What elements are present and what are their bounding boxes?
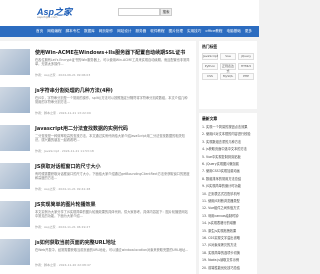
- nav-item[interactable]: 电脑基础: [226, 29, 240, 34]
- tag-link[interactable]: Vue: [220, 53, 236, 60]
- article-title[interactable]: js字符串分割处理的几种方法(4种): [35, 87, 113, 94]
- tag-link[interactable]: Python: [202, 63, 218, 70]
- latest-article-link[interactable]: 15. 原生js实现拖拽效果: [202, 228, 256, 233]
- latest-article-link[interactable]: 20. 前端性能优化技巧总结: [202, 265, 256, 270]
- article-item: JS获取对话框窗口的尺寸大小有时候需要获取对话框窗口的尺寸大小，下面给大家介绍通…: [0, 161, 196, 199]
- nav-item[interactable]: 数据库: [84, 29, 95, 34]
- article-summary: 二分查找是一种效率较高的查找方法，本文通过实例代码给大家介绍JavaScript…: [35, 134, 185, 143]
- latest-article-link[interactable]: 8. 数组排序的常用方法总结: [202, 176, 256, 181]
- latest-title: 最新文章: [202, 116, 218, 121]
- latest-article-link[interactable]: 17. JS对象深拷贝的方法: [202, 242, 256, 247]
- article-meta: 作者：JavaScript · 2024-11-21 11:53:18: [35, 149, 94, 153]
- latest-article-link[interactable]: 5. Vue中实现复制到剪贴板: [202, 154, 256, 159]
- article-summary: 本文实例为大家分享了JS实现简单的图片轮播效果的具体代码，供大家参考，具体内容如…: [35, 210, 188, 219]
- article-thumbnail[interactable]: [0, 163, 30, 189]
- search-button[interactable]: 搜索: [160, 8, 172, 16]
- latest-article-link[interactable]: 11. 使用JS判断浏览器类型: [202, 198, 256, 203]
- nav-item[interactable]: 图片处理: [169, 29, 183, 34]
- nav-item[interactable]: 网站设计: [117, 29, 131, 34]
- latest-article-link[interactable]: 13. 利用canvas绘制时钟: [202, 213, 256, 218]
- main-nav: 首页 网络编程 脚本专栏 数据库 网页制作 网站设计 服务器 软件教程 图片处理 实用技巧 offi…: [0, 26, 259, 37]
- article-title[interactable]: JS实现简单的图片轮播效果: [35, 201, 95, 208]
- nav-item[interactable]: 脚本专栏: [66, 29, 80, 34]
- article-item: Javascript用二分法查找数据的实例代码二分查找是一种效率较高的查找方法，…: [0, 123, 196, 161]
- article-title[interactable]: js如何获取当前页面的完整URL地址: [35, 239, 116, 246]
- article-summary: 在JS中，字符串分割是一个常用的操作，split()方法可以按照指定分隔符将字符…: [35, 96, 188, 105]
- tags-title: 热门标签: [202, 44, 218, 49]
- article-item: JS实现简单的图片轮播效果本文实例为大家分享了JS实现简单的图片轮播效果的具体代…: [0, 199, 196, 237]
- article-thumbnail[interactable]: [0, 125, 30, 151]
- nav-item[interactable]: 软件教程: [150, 29, 164, 34]
- article-thumbnail[interactable]: [0, 49, 30, 75]
- tag-link[interactable]: HTML5: [238, 63, 254, 70]
- header: Asp之家 aspzhijia.com 搜索: [0, 0, 259, 26]
- latest-article-link[interactable]: 1. 实现一个简易的按钮点击效果: [202, 124, 256, 129]
- nav-item[interactable]: 实用技巧: [187, 29, 201, 34]
- nav-item[interactable]: 服务器: [135, 29, 146, 34]
- article-summary: 在各位拥有Let's Encrypt证书的Win服务器上，可以使用Win-ACM…: [35, 58, 190, 67]
- tag-link[interactable]: MySQL: [220, 73, 236, 80]
- article-list: 使用Win-ACME在Windows+IIs服务器下配置自动续期SSL证书 在各位…: [0, 41, 196, 274]
- article-item: js字符串分割处理的几种方法(4种) 在JS中，字符串分割是一个常用的操作，spl…: [0, 85, 196, 123]
- latest-article-link[interactable]: 4. js获取页面中选中文本的方法: [202, 146, 256, 151]
- tags-box: 热门标签 JavaScript Vue jQuery Python 正则表达式 HTML5…: [199, 41, 257, 109]
- tag-link[interactable]: PHP: [238, 73, 254, 80]
- tag-link[interactable]: 正则表达式: [220, 63, 236, 73]
- article-title[interactable]: Javascript用二分法查找数据的实例代码: [35, 125, 128, 132]
- nav-item[interactable]: 网络编程: [47, 29, 61, 34]
- article-meta: 作者：Asp之家 · 2024-11-21 06:19:27: [35, 225, 91, 229]
- latest-article-link[interactable]: 9. JS实现简单的倒计时功能: [202, 183, 256, 188]
- latest-article-link[interactable]: 16. CSS实现文字溢出省略: [202, 235, 256, 240]
- site-logo[interactable]: Asp之家 aspzhijia.com: [37, 5, 72, 19]
- search-input[interactable]: [118, 8, 160, 16]
- article-thumbnail[interactable]: [0, 87, 30, 113]
- latest-article-link[interactable]: 19. Node.js读取文件示例: [202, 257, 256, 262]
- latest-article-link[interactable]: 6. jQuery实现图片懒加载: [202, 161, 256, 166]
- article-meta: 作者：Asp之家 · 2024-06-21 09:06:03: [35, 73, 91, 77]
- article-summary: 有时候需要获取对话框窗口的尺寸大小，下面给大家介绍通过getBoundingCl…: [35, 172, 190, 181]
- article-meta: 作者：Asp之家 · 2024-11-21 09:41:48: [35, 187, 91, 191]
- nav-item[interactable]: 首页: [36, 29, 43, 34]
- tag-link[interactable]: JavaScript: [202, 53, 218, 60]
- nav-item[interactable]: 网页制作: [99, 29, 113, 34]
- tag-link[interactable]: CSS: [202, 73, 218, 80]
- article-item: 使用Win-ACME在Windows+IIs服务器下配置自动续期SSL证书 在各位…: [0, 47, 196, 85]
- latest-article-link[interactable]: 12. Vue组件之间传值方式: [202, 205, 256, 210]
- nav-item[interactable]: 更多: [245, 29, 252, 34]
- nav-items: 首页 网络编程 脚本专栏 数据库 网页制作 网站设计 服务器 软件教程 图片处理 实用技巧 offi…: [36, 26, 256, 37]
- latest-article-link[interactable]: 2. 使用JS对文本框的内容进行校验: [202, 131, 256, 136]
- latest-article-link[interactable]: 18. 实现简单的选项卡切换: [202, 250, 256, 255]
- latest-box: 最新文章 1. 实现一个简易的按钮点击效果 2. 使用JS对文本框的内容进行校验 3…: [199, 113, 257, 274]
- article-summary: 在Web开发中，经常需要获取当前页面的URL地址，可以通过window.loca…: [35, 248, 189, 252]
- article-thumbnail[interactable]: [0, 201, 30, 227]
- latest-article-link[interactable]: 7. 使用CSS3实现加载动画: [202, 168, 256, 173]
- tag-link[interactable]: jQuery: [238, 53, 254, 60]
- latest-article-link[interactable]: 14. js实现表格行的增删: [202, 220, 256, 225]
- article-title[interactable]: JS获取对话框窗口的尺寸大小: [35, 163, 100, 170]
- latest-article-link[interactable]: 3. 实现数组去重的几种方法: [202, 139, 256, 144]
- article-thumbnail[interactable]: [0, 239, 30, 265]
- article-item: js如何获取当前页面的完整URL地址在Web开发中，经常需要获取当前页面的URL…: [0, 237, 196, 274]
- article-meta: 作者：脚本之家 · 2024-11-20 22:08:47: [35, 263, 91, 267]
- logo-subtext: aspzhijia.com: [37, 15, 58, 19]
- latest-article-link[interactable]: 10. 正则表达式匹配手机号: [202, 191, 256, 196]
- nav-item[interactable]: office教程: [205, 29, 222, 34]
- sidebar: 热门标签 JavaScript Vue jQuery Python 正则表达式 HTML5…: [199, 41, 259, 274]
- article-meta: 作者：脚本之家 · 2024-11-21 13:22:09: [35, 111, 91, 115]
- article-title[interactable]: 使用Win-ACME在Windows+IIs服务器下配置自动续期SSL证书: [35, 49, 185, 56]
